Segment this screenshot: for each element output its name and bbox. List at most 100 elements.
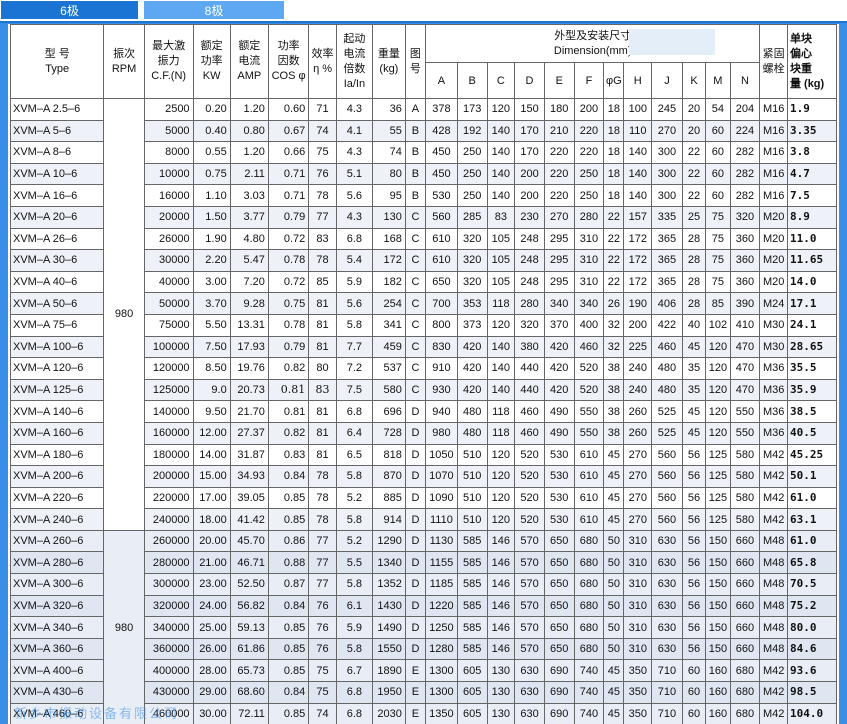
cell-dim: 510 (456, 465, 488, 488)
tab-8-pole[interactable]: 8极 (143, 0, 285, 20)
cell-dim: 50 (603, 637, 625, 661)
cell-dim: 200 (514, 184, 545, 207)
cell-fig: C (404, 227, 427, 251)
cell-dim: 35 (681, 357, 707, 380)
cell-dim: 248 (514, 249, 545, 272)
cell-cos: 0.85 (267, 486, 310, 510)
cell-fig: C (404, 357, 427, 380)
cell-dim: 280 (573, 205, 605, 229)
cell-dim: 630 (514, 681, 545, 704)
cell-dim: 530 (543, 465, 575, 488)
header-fig: 图号 (404, 24, 427, 99)
cell-dim: 310 (573, 249, 605, 272)
cell-dim: 22 (603, 249, 625, 272)
cell-type: XVM–A 340–6 (9, 616, 105, 639)
cell-dim: 22 (681, 162, 707, 186)
cell-power: 0.40 (192, 119, 231, 143)
cell-unit-weight: 8.9 (786, 205, 838, 229)
cell-dim: 32 (603, 313, 625, 337)
cell-dim: 270 (543, 205, 575, 229)
cell-dim: 980 (425, 421, 458, 445)
cell-eff: 76 (308, 162, 337, 186)
cell-dim: 240 (623, 378, 653, 402)
cell-dim: 580 (729, 443, 761, 467)
cell-bolt: M48 (759, 551, 788, 575)
cell-dim: 140 (486, 184, 516, 207)
cell-dim: 60 (705, 141, 731, 164)
cell-dim: 157 (623, 205, 653, 229)
cell-unit-weight: 38.5 (786, 400, 838, 423)
cell-type: XVM–A 10–6 (9, 162, 105, 186)
cell-dim: 450 (425, 141, 458, 164)
cell-cos: 0.71 (267, 162, 310, 186)
cell-dim: 105 (486, 227, 516, 251)
cell-start: 6.1 (335, 594, 373, 618)
tab-bar: 6极 8极 (0, 0, 847, 22)
cell-weight: 1550 (371, 637, 406, 661)
cell-dim: 45 (603, 443, 625, 467)
cell-unit-weight: 24.1 (786, 313, 838, 337)
cell-dim: 140 (486, 378, 516, 402)
cell-cos: 0.81 (267, 378, 310, 402)
cell-power: 0.75 (192, 162, 231, 186)
cell-power: 24.00 (192, 594, 231, 618)
cell-dim: 85 (705, 292, 731, 315)
cell-dim: 570 (514, 594, 545, 618)
cell-power: 25.00 (192, 616, 231, 639)
cell-dim: 1090 (425, 486, 458, 510)
cell-start: 6.8 (335, 681, 373, 704)
cell-dim: 146 (486, 529, 516, 553)
cell-bolt: M48 (759, 529, 788, 553)
cell-dim: 560 (651, 508, 683, 531)
cell-unit-weight: 14.0 (786, 270, 838, 294)
cell-dim: 800 (425, 313, 458, 337)
cell-current: 5.47 (229, 249, 269, 272)
cell-eff: 77 (308, 529, 337, 553)
cell-cos: 0.84 (267, 681, 310, 704)
cell-rpm: 980 (103, 98, 145, 531)
header-dim-letter: H (623, 62, 653, 99)
cell-dim: 160 (705, 681, 731, 704)
cell-dim: 220 (543, 162, 575, 186)
cell-weight: 1352 (371, 573, 406, 596)
cell-fig: D (404, 443, 427, 467)
cell-dim: 295 (543, 227, 575, 251)
cell-dim: 660 (729, 529, 761, 553)
cell-dim: 56 (681, 573, 707, 596)
table-row: XVM–A 2.5–6 980 2500 0.20 1.20 0.60 71 4.3 36 A 37… (9, 98, 838, 531)
cell-bolt: M16 (759, 184, 788, 207)
cell-dim: 580 (729, 486, 761, 510)
cell-force: 400000 (143, 659, 194, 683)
cell-start: 7.7 (335, 335, 373, 359)
cell-dim: 520 (573, 378, 605, 402)
cell-fig: D (404, 421, 427, 445)
cell-bolt: M48 (759, 616, 788, 639)
cell-dim: 146 (486, 637, 516, 661)
cell-dim: 320 (456, 227, 488, 251)
cell-dim: 250 (573, 184, 605, 207)
header-power: 额定 功率 KW (192, 24, 231, 99)
cell-current: 3.77 (229, 205, 269, 229)
tab-6-pole[interactable]: 6极 (0, 0, 139, 20)
cell-dim: 630 (651, 594, 683, 618)
header-dim-letter: D (514, 62, 545, 99)
cell-dim: 420 (456, 335, 488, 359)
header-bolt: 紧固 螺栓 (759, 24, 788, 99)
cell-dim: 605 (456, 659, 488, 683)
cell-dim: 400 (573, 313, 605, 337)
cell-type: XVM–A 180–6 (9, 443, 105, 467)
cell-fig: A (404, 98, 427, 121)
cell-dim: 830 (425, 335, 458, 359)
cell-cos: 0.71 (267, 184, 310, 207)
cell-dim: 420 (543, 357, 575, 380)
cell-dim: 310 (623, 616, 653, 639)
cell-dim: 440 (514, 378, 545, 402)
cell-dim: 120 (486, 443, 516, 467)
cell-dim: 510 (456, 508, 488, 531)
cell-dim: 660 (729, 594, 761, 618)
cell-bolt: M42 (759, 486, 788, 510)
cell-power: 9.50 (192, 400, 231, 423)
cell-weight: 130 (371, 205, 406, 229)
cell-fig: D (404, 616, 427, 639)
cell-dim: 160 (705, 659, 731, 683)
